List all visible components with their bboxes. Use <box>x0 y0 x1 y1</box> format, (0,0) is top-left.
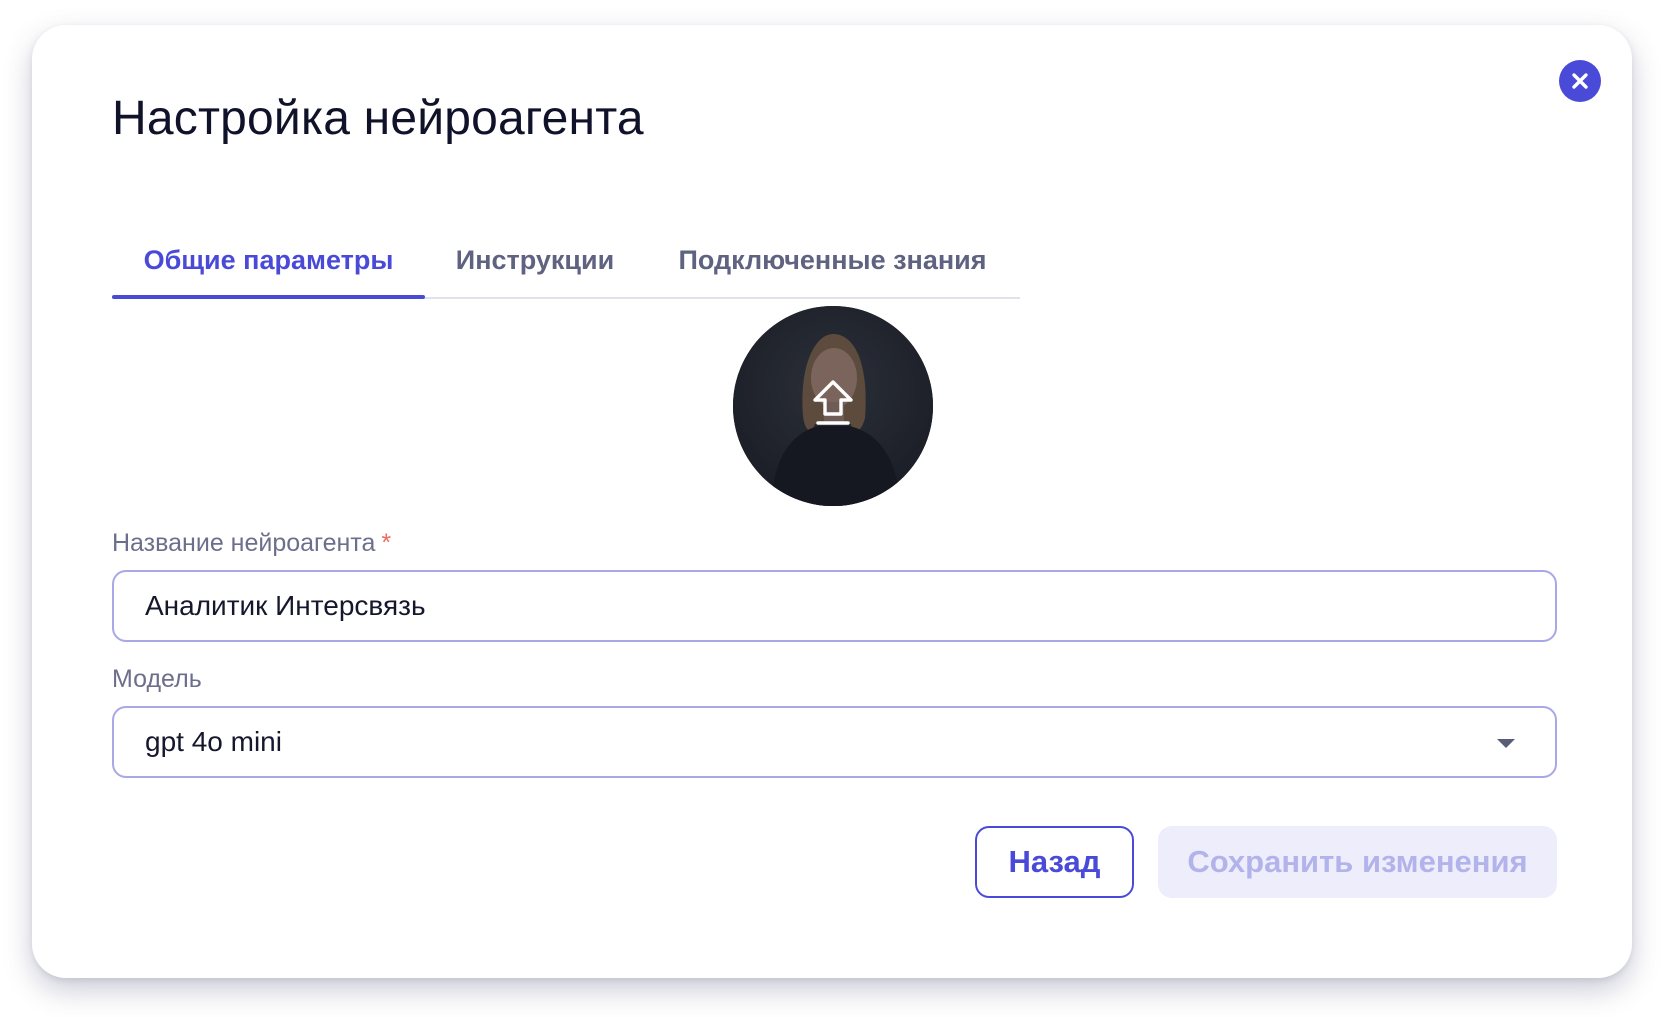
required-mark: * <box>381 529 392 557</box>
model-select[interactable]: gpt 4o mini <box>112 706 1557 778</box>
dialog-title: Настройка нейроагента <box>112 92 644 145</box>
tab-general[interactable]: Общие параметры <box>112 223 425 299</box>
close-icon <box>1572 73 1588 89</box>
settings-dialog: Настройка нейроагента Общие параметры Ин… <box>32 25 1632 978</box>
tab-bar: Общие параметры Инструкции Подключенные … <box>112 223 1020 299</box>
tab-connected-knowledge[interactable]: Подключенные знания <box>645 223 1020 297</box>
tab-instructions[interactable]: Инструкции <box>425 223 645 297</box>
back-button[interactable]: Назад <box>975 826 1134 898</box>
chevron-down-icon <box>1497 739 1515 748</box>
agent-name-value: Аналитик Интерсвязь <box>145 590 426 621</box>
model-label: Модель <box>112 665 202 693</box>
agent-name-label-text: Название нейроагента <box>112 529 376 557</box>
model-value: gpt 4o mini <box>145 726 282 757</box>
agent-name-label: Название нейроагента * <box>112 529 391 558</box>
agent-name-input[interactable]: Аналитик Интерсвязь <box>112 570 1557 642</box>
save-changes-button[interactable]: Сохранить изменения <box>1158 826 1557 898</box>
upload-icon <box>813 380 853 425</box>
avatar-upload[interactable] <box>733 306 933 506</box>
close-button[interactable] <box>1559 60 1601 102</box>
